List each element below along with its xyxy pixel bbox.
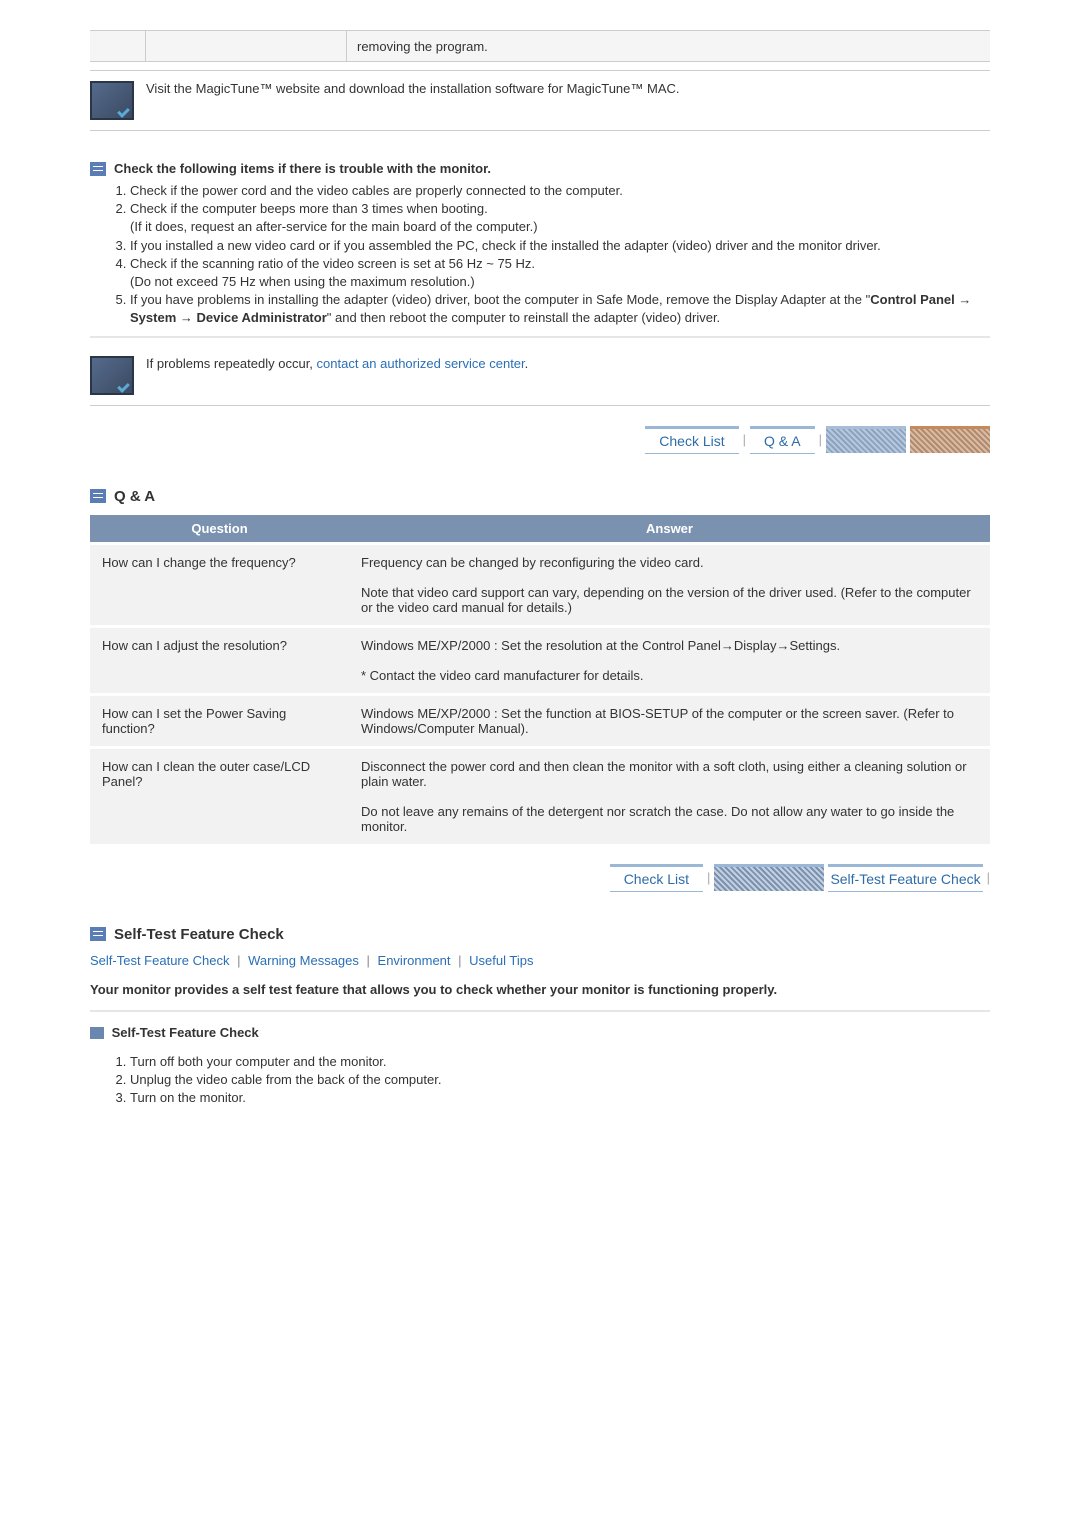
tab-image-placeholder[interactable] <box>714 864 824 891</box>
selftest-heading: Self-Test Feature Check <box>114 926 284 943</box>
checklist-heading: Check the following items if there is tr… <box>114 161 491 176</box>
tab-check-list[interactable]: Check List <box>645 426 738 454</box>
qa-question: How can I adjust the resolution? <box>90 626 349 694</box>
tab-divider: | <box>987 870 990 885</box>
qa-heading: Q & A <box>114 488 155 505</box>
list-item-text-post: " and then reboot the computer to reinst… <box>327 310 720 325</box>
list-item-text-pre: If you have problems in installing the a… <box>130 292 870 307</box>
list-item: If you have problems in installing the a… <box>130 291 990 327</box>
selftest-heading-row: Self-Test Feature Check <box>90 922 990 947</box>
divider <box>90 1010 990 1012</box>
list-icon <box>90 927 106 941</box>
tab-divider: | <box>819 432 822 447</box>
table-fragment-row: removing the program. <box>90 30 990 62</box>
tab-nav-qa: Check List | Q & A | <box>90 426 990 454</box>
period: . <box>525 356 529 371</box>
magictune-text: Visit the MagicTune™ website and downloa… <box>146 81 680 96</box>
selftest-steps: Turn off both your computer and the moni… <box>90 1053 990 1108</box>
checklist-heading-row: Check the following items if there is tr… <box>90 161 990 176</box>
tab-image-placeholder[interactable] <box>826 426 906 453</box>
list-icon <box>90 1027 104 1039</box>
tab-self-test[interactable]: Self-Test Feature Check <box>828 864 982 892</box>
selftest-subnav: Self-Test Feature Check | Warning Messag… <box>90 953 990 968</box>
list-icon <box>90 489 106 503</box>
list-item: Check if the computer beeps more than 3 … <box>130 200 990 236</box>
table-header-question: Question <box>90 515 349 544</box>
qa-answer: Frequency can be changed by reconfigurin… <box>349 543 990 626</box>
qa-heading-row: Q & A <box>90 484 990 509</box>
subnav-warning-link[interactable]: Warning Messages <box>248 953 359 968</box>
table-header-row: Question Answer <box>90 515 990 544</box>
selftest-intro: Your monitor provides a self test featur… <box>90 982 990 997</box>
list-item: If you installed a new video card or if … <box>130 237 990 255</box>
subnav-divider: | <box>367 953 370 968</box>
list-item: Check if the scanning ratio of the video… <box>130 255 990 291</box>
qa-question: How can I change the frequency? <box>90 543 349 626</box>
tab-nav-selftest: Check List | Self-Test Feature Check | <box>90 864 990 892</box>
selftest-subheading: Self-Test Feature Check <box>112 1025 259 1040</box>
magictune-info-box: Visit the MagicTune™ website and downloa… <box>90 70 990 131</box>
subnav-divider: | <box>458 953 461 968</box>
contact-info-box: If problems repeatedly occur, contact an… <box>90 346 990 406</box>
table-row: How can I set the Power Saving function?… <box>90 694 990 747</box>
monitor-check-icon <box>90 81 134 120</box>
selftest-subheading-row: Self-Test Feature Check <box>90 1025 990 1040</box>
list-item: Unplug the video cable from the back of … <box>130 1071 990 1089</box>
divider <box>90 336 990 338</box>
monitor-check-icon <box>90 356 134 395</box>
table-row: How can I adjust the resolution? Windows… <box>90 626 990 694</box>
qa-question: How can I clean the outer case/LCD Panel… <box>90 747 349 844</box>
qa-question: How can I set the Power Saving function? <box>90 694 349 747</box>
tab-q-and-a[interactable]: Q & A <box>750 426 815 454</box>
list-icon <box>90 162 106 176</box>
qa-table: Question Answer How can I change the fre… <box>90 515 990 844</box>
qa-answer: Disconnect the power cord and then clean… <box>349 747 990 844</box>
tab-image-placeholder[interactable] <box>910 426 990 453</box>
list-item: Turn on the monitor. <box>130 1089 990 1107</box>
subnav-divider: | <box>237 953 240 968</box>
tab-divider: | <box>743 432 746 447</box>
list-item: Check if the power cord and the video ca… <box>130 182 990 200</box>
contact-text-wrap: If problems repeatedly occur, contact an… <box>146 356 528 371</box>
subnav-environment-link[interactable]: Environment <box>378 953 451 968</box>
table-cell-text: removing the program. <box>347 39 488 54</box>
table-header-answer: Answer <box>349 515 990 544</box>
table-cell-empty <box>90 31 146 61</box>
list-item: Turn off both your computer and the moni… <box>130 1053 990 1071</box>
table-row: How can I change the frequency? Frequenc… <box>90 543 990 626</box>
tab-divider: | <box>707 870 710 885</box>
qa-answer: Windows ME/XP/2000 : Set the function at… <box>349 694 990 747</box>
table-cell-empty <box>146 31 347 61</box>
subnav-selftest-link[interactable]: Self-Test Feature Check <box>90 953 229 968</box>
subnav-tips-link[interactable]: Useful Tips <box>469 953 533 968</box>
qa-answer: Windows ME/XP/2000 : Set the resolution … <box>349 626 990 694</box>
contact-text-pre: If problems repeatedly occur, <box>146 356 317 371</box>
table-row: How can I clean the outer case/LCD Panel… <box>90 747 990 844</box>
contact-service-link[interactable]: contact an authorized service center <box>317 356 525 371</box>
checklist-list: Check if the power cord and the video ca… <box>90 182 990 328</box>
tab-check-list[interactable]: Check List <box>610 864 703 892</box>
